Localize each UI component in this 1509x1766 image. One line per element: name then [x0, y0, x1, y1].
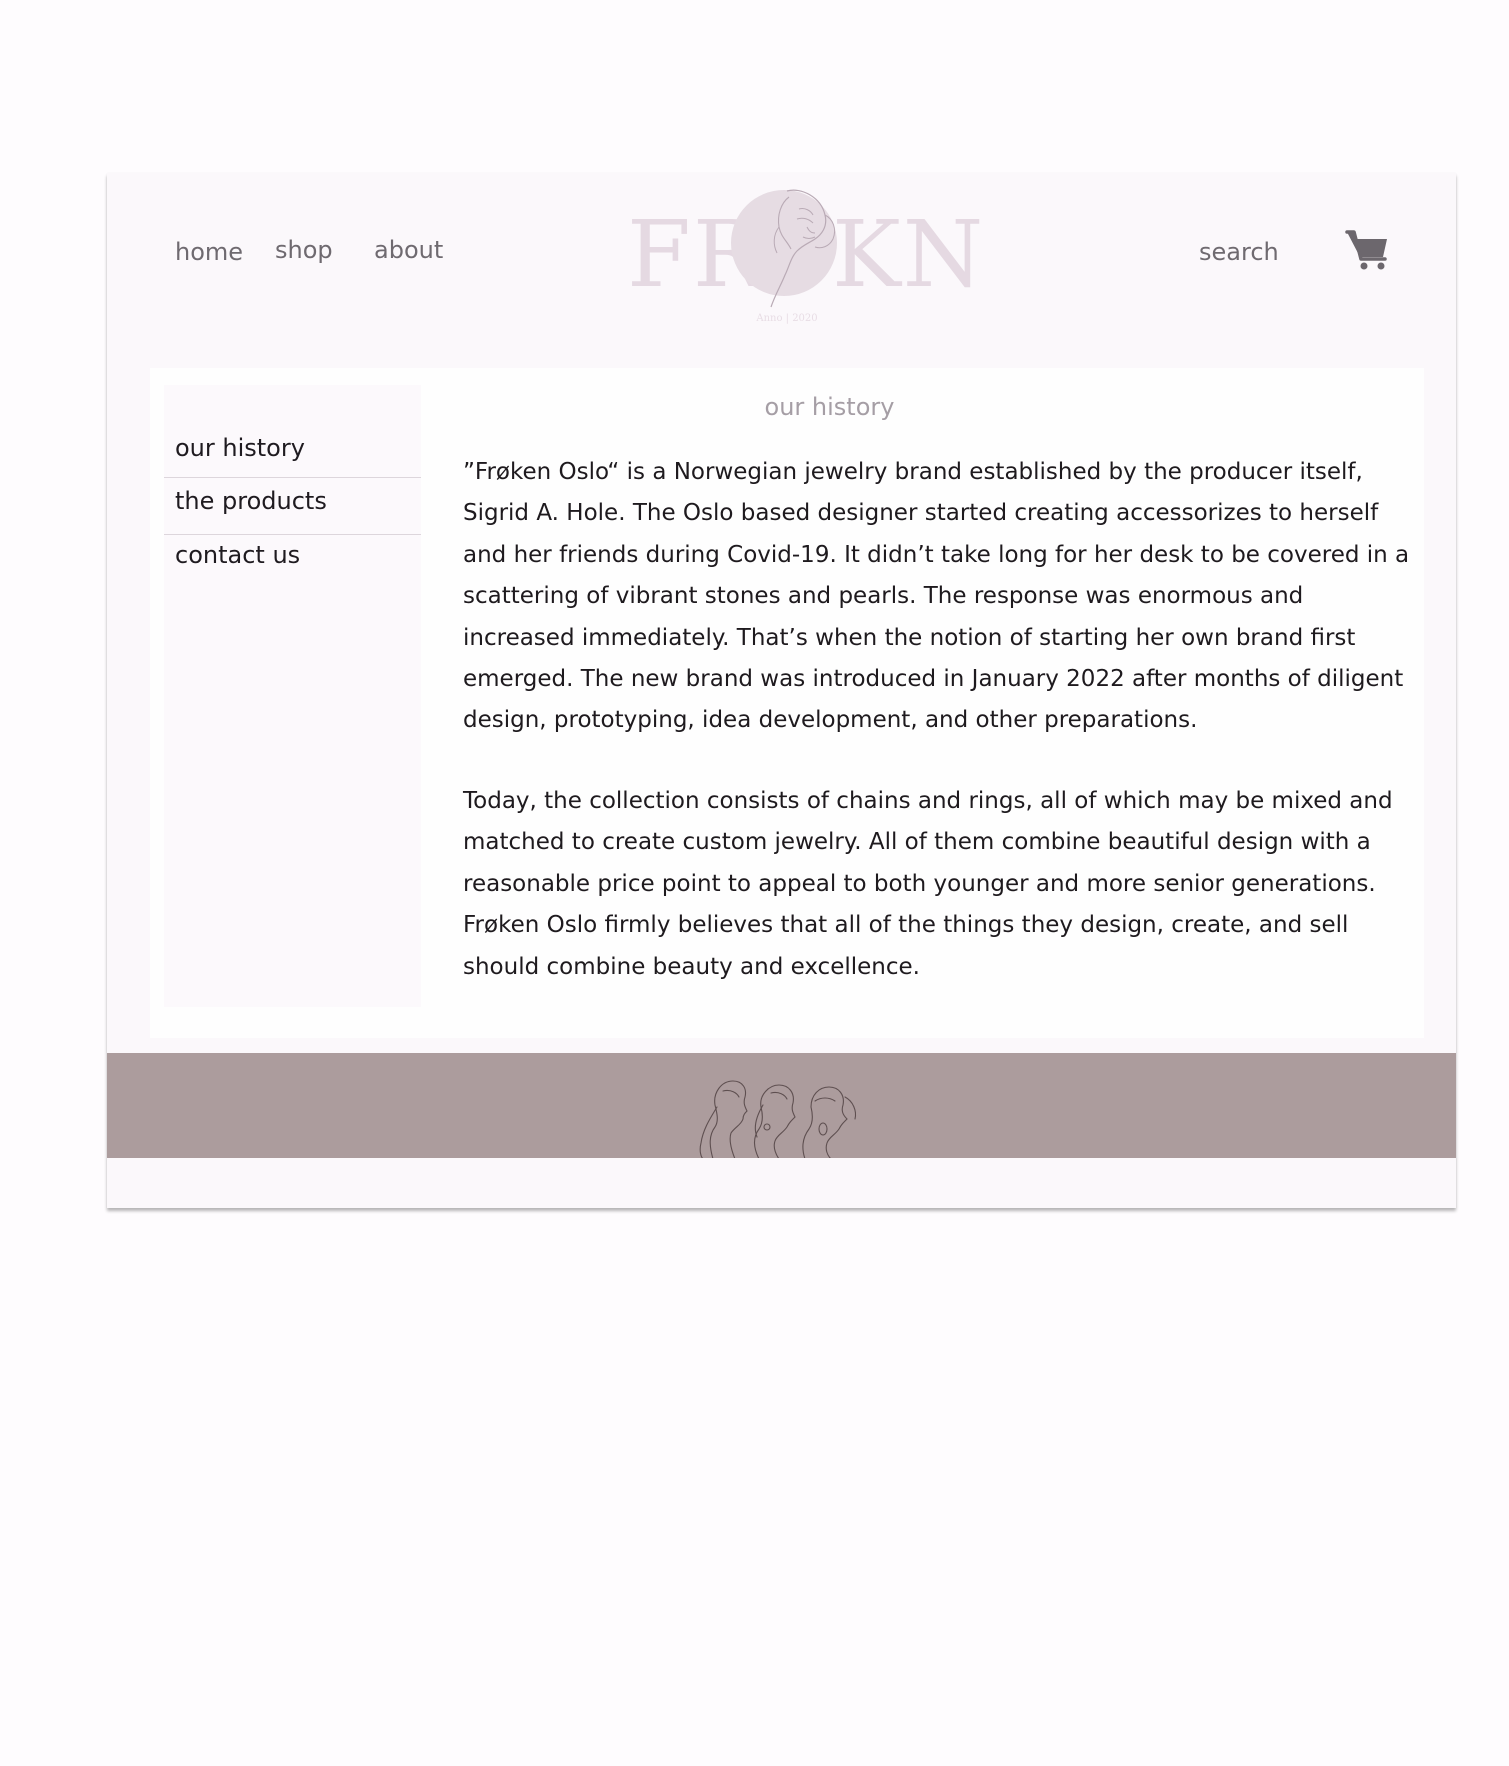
woman-face-emblem-icon — [731, 189, 837, 308]
sidebar-item-label: contact us — [175, 541, 301, 569]
nav-about-link[interactable]: about — [374, 238, 443, 262]
sidebar-divider — [164, 477, 421, 478]
search-link[interactable]: search — [1199, 240, 1279, 264]
sidebar-nav: our history the products contact us — [164, 385, 421, 1007]
brand-logo[interactable]: FR KN Anno | 2020 — [617, 185, 983, 330]
sidebar-item-label: the products — [175, 487, 327, 515]
content-panel: our history the products contact us our … — [150, 368, 1424, 1038]
history-paragraph-2: Today, the collection consists of chains… — [463, 788, 1393, 980]
shopping-cart-icon[interactable] — [1345, 229, 1391, 271]
section-title: our history — [764, 393, 895, 421]
footer-band — [107, 1053, 1456, 1158]
sidebar-divider — [164, 534, 421, 535]
sidebar-item-label: our history — [175, 434, 305, 462]
nav-shop-link[interactable]: shop — [275, 238, 333, 262]
page-frame: home shop about FR KN Anno | 2020 search… — [107, 173, 1456, 1208]
logo-letters-right: KN — [832, 201, 986, 308]
history-paragraph-1: ”Frøken Oslo“ is a Norwegian jewelry bra… — [463, 459, 1410, 734]
three-women-line-art-icon — [699, 1080, 857, 1158]
nav-home-link[interactable]: home — [175, 240, 243, 264]
logo-subtitle: Anno | 2020 — [756, 313, 818, 324]
